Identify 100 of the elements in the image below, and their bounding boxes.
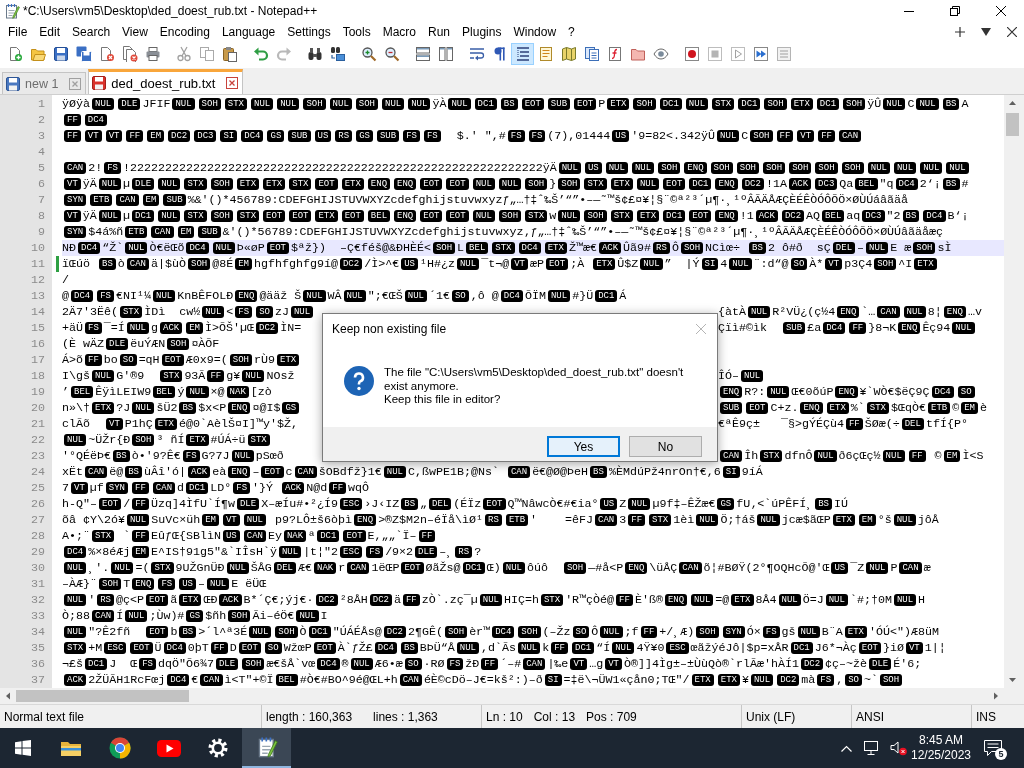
code-text: € <box>191 673 199 687</box>
dialog-button[interactable]: Yes <box>547 436 620 457</box>
line-number: 1 <box>38 97 45 111</box>
control-char-badge: NUL <box>290 306 314 318</box>
menu-item[interactable]: Language <box>215 25 282 39</box>
control-char-badge: EOT <box>401 562 424 574</box>
scrollbar-thumb[interactable] <box>16 690 189 702</box>
code-text: ? <box>474 545 482 559</box>
code-text: ŒÐ <box>203 593 218 607</box>
scissors-icon <box>175 46 192 62</box>
line-number: 30 <box>31 561 45 575</box>
control-char-badge: NUL <box>916 98 939 110</box>
word-wrap-icon <box>468 46 485 62</box>
chevron-up-icon <box>841 744 852 752</box>
code-text: ?J <box>116 401 131 415</box>
redo-icon <box>275 46 292 62</box>
menu-item[interactable]: Window <box>507 25 563 39</box>
line-number: 32 <box>31 593 45 607</box>
code-text: 93Ã <box>184 369 206 383</box>
dialog-button[interactable]: No <box>629 436 702 457</box>
control-char-badge: DLE <box>869 658 892 670</box>
control-char-badge: DC4 <box>64 546 87 558</box>
code-text: Œ) <box>486 561 501 575</box>
line-number: 31 <box>31 577 45 591</box>
control-char-badge: VT <box>64 178 81 190</box>
control-char-badge: CAN <box>152 482 176 494</box>
control-char-badge: ENQ <box>394 210 417 222</box>
code-text: IÚ <box>834 497 848 511</box>
control-char-badge: NUL <box>111 562 134 574</box>
menu-item[interactable]: Settings <box>281 25 337 39</box>
code-text: "q <box>879 177 894 191</box>
code-text: Ö;†áš <box>720 513 756 527</box>
clock-button[interactable]: 8:45 AM 12/25/2023 <box>912 728 970 768</box>
control-char-badge: SOH <box>584 210 607 222</box>
function-page-icon <box>606 46 623 62</box>
control-char-badge: FF <box>132 498 149 510</box>
menu-item[interactable]: Macro <box>376 25 422 39</box>
control-char-badge: DC4 <box>923 210 946 222</box>
menu-item[interactable]: Encoding <box>153 25 216 39</box>
control-char-badge: NUL <box>448 98 471 110</box>
control-char-badge: ETX <box>636 210 660 222</box>
control-char-badge: DC2 <box>383 626 406 638</box>
code-text: aq <box>846 209 861 223</box>
status-text: Ln : 10 <box>486 709 523 724</box>
tab[interactable]: ded_doest_rub.txt <box>88 69 244 94</box>
control-char-badge: STX <box>649 514 672 526</box>
control-char-badge: ETX <box>844 626 867 638</box>
control-char-badge: SOH <box>198 98 221 110</box>
code-text: €ªÊ9ç± ¯§>gÝÉÇù4 <box>718 417 844 431</box>
code-text: `… <box>861 305 876 319</box>
menu-item[interactable]: Tools <box>336 25 377 39</box>
indent-guide-button[interactable] <box>511 43 534 65</box>
taskbar-app-button[interactable] <box>242 728 291 768</box>
control-char-badge: SOH <box>736 162 759 174</box>
close-icon[interactable] <box>226 77 239 89</box>
code-text: õ¦#BØŸ(2°¶OQHcÕ@'Œ <box>703 561 830 575</box>
code-text: œãžýéJô|$p=xÅR <box>690 641 789 655</box>
code-text: Ö=J <box>802 593 824 607</box>
code-text: Í <box>116 609 124 623</box>
control-char-badge: NUL <box>612 642 635 654</box>
stacked-windows-icon <box>414 46 431 62</box>
code-text: B‘¡ <box>947 209 969 223</box>
scrollbar-thumb[interactable] <box>1006 113 1019 136</box>
control-char-badge: SUB <box>547 98 571 110</box>
caret-down-icon[interactable] <box>981 27 991 37</box>
code-text: © <box>933 449 942 463</box>
code-text: ·RØ <box>423 657 445 671</box>
close-icon[interactable] <box>1007 27 1017 37</box>
control-char-badge: ETX <box>263 178 286 190</box>
tab[interactable]: new 1 <box>2 72 87 94</box>
menu-item[interactable]: Run <box>422 25 457 39</box>
line-number: 37 <box>31 673 45 687</box>
zoom-in-icon <box>360 46 377 62</box>
control-char-badge: SOH <box>518 626 541 638</box>
control-char-badge: CAN <box>294 466 317 478</box>
control-char-badge: US <box>401 258 418 270</box>
menu-item[interactable]: Plugins <box>456 25 508 39</box>
control-char-badge: NUL <box>767 386 790 398</box>
control-char-badge: ETX <box>607 98 630 110</box>
control-char-badge: FF <box>849 322 867 334</box>
line-number: 24 <box>31 465 45 479</box>
notifications-button[interactable]: 5 <box>970 728 1016 768</box>
code-text: =( <box>135 561 150 575</box>
control-char-badge: STX <box>151 562 174 574</box>
menu-item[interactable]: ? <box>562 25 581 39</box>
code-text: A <box>961 97 969 111</box>
code-text: ¢ç–~žè <box>825 657 868 671</box>
menu-item[interactable]: Search <box>66 25 117 39</box>
code-text: # <box>961 177 969 191</box>
menu-item[interactable]: File <box>2 25 34 39</box>
control-char-badge: SOH <box>99 578 122 590</box>
code-text: Û$Z <box>617 257 639 271</box>
restore-icon <box>950 6 960 16</box>
menu-item[interactable]: View <box>116 25 154 39</box>
code-text: ÿÀ <box>432 97 447 111</box>
control-char-badge: SYN <box>105 482 128 494</box>
control-char-badge: BS <box>942 178 960 190</box>
menu-item[interactable]: Edit <box>33 25 67 39</box>
plus-icon[interactable] <box>955 27 965 37</box>
code-text: A•;¨ <box>62 529 90 543</box>
